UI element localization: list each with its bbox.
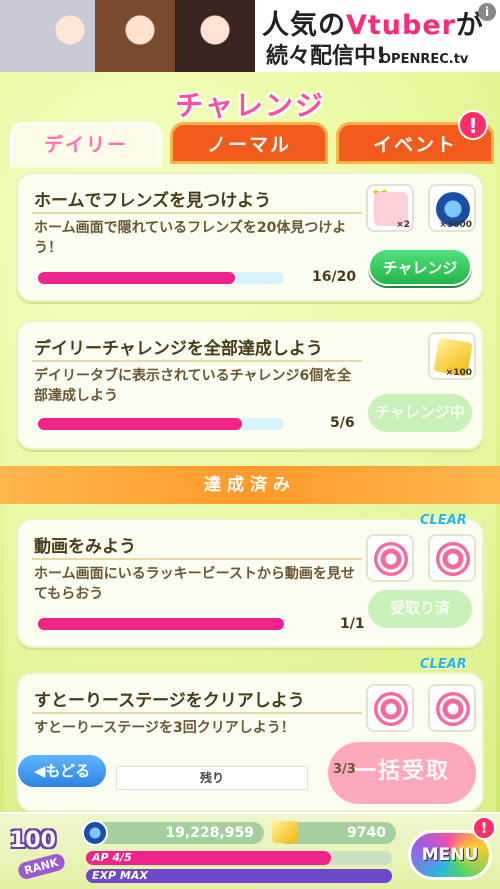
title-divider bbox=[32, 360, 362, 362]
tab-normal[interactable]: ノーマル bbox=[170, 122, 328, 164]
menu-alert-badge: ! bbox=[472, 816, 496, 840]
back-arrow-icon: ◀ bbox=[33, 762, 46, 780]
challenge-count: 5/6 bbox=[330, 415, 355, 431]
money-counter: 19,228,959 bbox=[86, 822, 264, 844]
ad-headline-prefix: 人気の bbox=[262, 10, 346, 41]
info-icon[interactable]: i bbox=[478, 3, 496, 21]
reward-qty: ×2 bbox=[396, 220, 410, 230]
swirl-icon bbox=[374, 692, 408, 726]
title-divider bbox=[32, 712, 362, 714]
challenge-title: 動画をみよう bbox=[34, 537, 136, 557]
reward-item[interactable] bbox=[366, 684, 414, 732]
tab-daily[interactable]: デイリー bbox=[10, 122, 162, 168]
challenge-description: デイリータブに表示されているチャレンジ6個を全部達成しよう bbox=[34, 368, 352, 404]
challenge-progress-bar bbox=[38, 418, 284, 430]
clear-badge: CLEAR bbox=[420, 657, 467, 672]
challenge-title: デイリーチャレンジを全部達成しよう bbox=[34, 339, 323, 359]
challenge-progress-bar bbox=[38, 272, 284, 284]
challenge-count: 16/20 bbox=[312, 269, 357, 285]
reward-qty: ×100 bbox=[445, 368, 472, 378]
progress-fill bbox=[38, 272, 235, 284]
progress-fill bbox=[38, 618, 284, 630]
challenge-card: デイリーチャレンジを全部達成しよう デイリータブに表示されているチャレンジ6個を… bbox=[16, 320, 484, 450]
reward-item[interactable] bbox=[428, 684, 476, 732]
in-progress-button[interactable]: チャレンジ中 bbox=[368, 394, 472, 432]
completed-card: 動画をみよう ホーム画面にいるラッキービーストから動画を見せてもらおう 1/1 … bbox=[16, 518, 484, 648]
exp-label: EXP MAX bbox=[92, 869, 148, 882]
remaining-bar: 残り bbox=[116, 766, 308, 790]
reward-item[interactable]: ×3000 bbox=[428, 184, 476, 232]
reward-qty: ×3000 bbox=[439, 220, 472, 230]
clear-badge: CLEAR bbox=[420, 513, 467, 528]
reward-item[interactable] bbox=[428, 534, 476, 582]
received-button[interactable]: 受取り済 bbox=[368, 590, 472, 628]
challenge-count: 1/1 bbox=[340, 616, 365, 632]
ad-headline-highlight: Vtuber bbox=[346, 10, 456, 41]
gem-icon bbox=[272, 821, 298, 843]
reward-item[interactable]: ★★ ×2 bbox=[366, 184, 414, 232]
challenge-title: ホームでフレンズを見つけよう bbox=[34, 191, 272, 211]
swirl-icon bbox=[436, 692, 470, 726]
reward-item[interactable]: ×100 bbox=[428, 332, 476, 380]
challenge-progress-bar bbox=[38, 618, 284, 630]
swirl-icon bbox=[374, 542, 408, 576]
ad-characters-image bbox=[0, 0, 255, 72]
challenge-description: すとーりーステージを3回クリアしよう！ bbox=[34, 720, 295, 736]
ap-label: AP 4/5 bbox=[92, 851, 132, 864]
back-label: もどる bbox=[45, 762, 91, 780]
ad-subline: 続々配信中! bbox=[266, 44, 387, 69]
title-divider bbox=[32, 558, 362, 560]
challenge-title: すとーりーステージをクリアしよう bbox=[34, 691, 305, 711]
challenge-button[interactable]: チャレンジ bbox=[368, 248, 472, 286]
ad-banner[interactable]: 人気のVtuberが 続々配信中! OPENREC.tv i bbox=[0, 0, 500, 72]
swirl-icon bbox=[436, 542, 470, 576]
coin-icon bbox=[82, 820, 108, 846]
reward-item[interactable] bbox=[366, 534, 414, 582]
challenge-description: ホーム画面で隠れているフレンズを20体見つけよう！ bbox=[34, 220, 347, 256]
page-title: チャレンジ bbox=[175, 89, 325, 122]
event-alert-badge: ! bbox=[458, 110, 488, 140]
challenge-description: ホーム画面にいるラッキービーストから動画を見せてもらおう bbox=[34, 566, 355, 602]
completed-section-header: 達成済み bbox=[0, 466, 500, 504]
rank-number: 100 bbox=[10, 828, 56, 853]
back-button[interactable]: ◀もどる bbox=[16, 753, 108, 789]
ad-brand: OPENREC.tv bbox=[380, 52, 469, 67]
challenge-card: ホームでフレンズを見つけよう ホーム画面で隠れているフレンズを20体見つけよう！… bbox=[16, 172, 484, 302]
completed-count: 3/3 bbox=[333, 762, 356, 777]
ad-headline: 人気のVtuberが bbox=[262, 3, 484, 42]
title-divider bbox=[32, 212, 362, 214]
progress-fill bbox=[38, 418, 243, 430]
